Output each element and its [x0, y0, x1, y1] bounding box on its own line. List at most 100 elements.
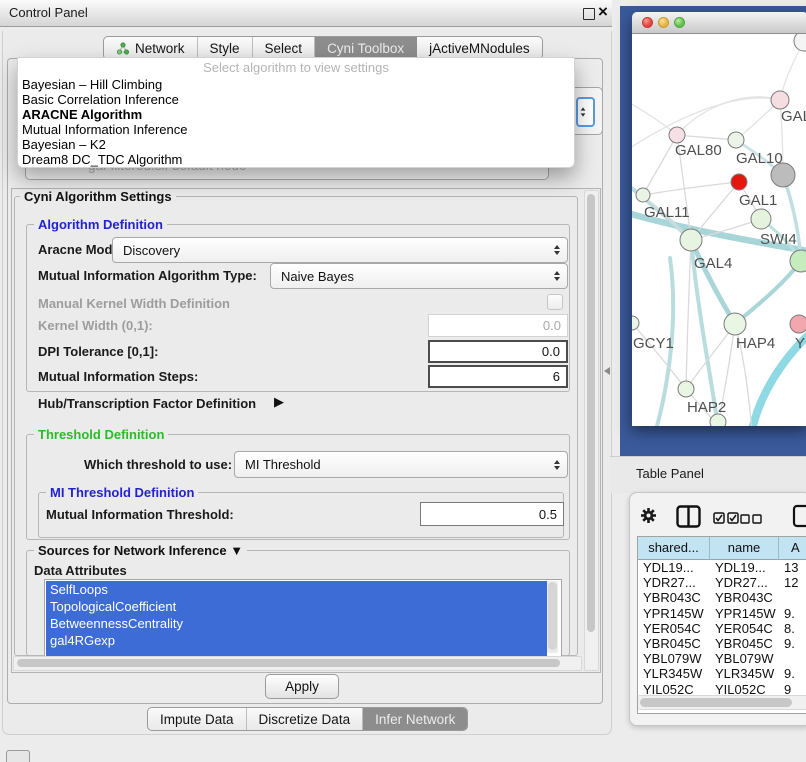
network-node[interactable] [771, 91, 789, 109]
network-window-titlebar[interactable] [632, 12, 806, 34]
tab-style[interactable]: Style [198, 37, 253, 59]
tab-discretize-data[interactable]: Discretize Data [247, 708, 364, 730]
network-node[interactable] [724, 313, 746, 335]
network-canvas[interactable]: GALGAL80GAL10GAL11GAL1SWI4GAL4GCY1HAP4YH… [632, 34, 806, 426]
network-node[interactable] [632, 316, 639, 330]
attribute-item-betweennesscentrality[interactable]: BetweennessCentrality [46, 615, 547, 632]
table-row[interactable]: YPR145WYPR145W9. [638, 606, 806, 621]
sources-collapse-icon[interactable]: ▼ [230, 543, 243, 558]
apply-button[interactable]: Apply [265, 674, 339, 699]
minimize-traffic-light[interactable] [658, 17, 669, 28]
mi-threshold-label: Mutual Information Threshold: [46, 507, 234, 522]
network-node[interactable] [678, 381, 694, 397]
network-edge[interactable] [632, 100, 677, 135]
network-edge[interactable] [735, 261, 801, 324]
mi-threshold-field[interactable]: 0.5 [420, 502, 564, 526]
network-edge[interactable] [643, 135, 677, 195]
mi-threshold-value: 0.5 [539, 507, 557, 522]
table-row[interactable]: YBL079WYBL079W [638, 651, 806, 666]
network-view-window: GALGAL80GAL10GAL11GAL1SWI4GAL4GCY1HAP4YH… [632, 12, 806, 425]
collapsed-panel-chip[interactable] [6, 750, 30, 762]
algorithm-option-bayesian-hill-climbing[interactable]: Bayesian – Hill Climbing [18, 77, 574, 92]
dpi-tolerance-field[interactable]: 0.0 [428, 340, 568, 363]
split-columns-icon[interactable] [676, 505, 701, 528]
table-row[interactable]: YLR345WYLR345W9. [638, 666, 806, 681]
algorithm-option-mutual-information-inference[interactable]: Mutual Information Inference [18, 122, 574, 137]
algorithm-dropdown-popup: Select algorithm to view settings Bayesi… [17, 57, 575, 168]
table-cell: 8. [779, 621, 806, 636]
table-cell: YBR043C [710, 590, 779, 605]
aracne-mode-combo[interactable]: Discovery [112, 237, 568, 263]
network-edge[interactable] [686, 240, 691, 389]
network-edge[interactable] [677, 135, 736, 140]
deselect-all-icon[interactable] [740, 514, 763, 524]
splitter-arrow-icon[interactable] [604, 367, 610, 375]
network-node[interactable] [751, 209, 771, 229]
float-window-icon[interactable] [583, 8, 595, 20]
table-cell [779, 651, 806, 666]
column-header-a[interactable]: A [779, 537, 806, 560]
mi-type-combo[interactable]: Naive Bayes [270, 263, 568, 289]
gear-icon[interactable] [640, 507, 657, 524]
manual-kernel-checkbox[interactable] [547, 294, 563, 310]
tab-cyni-toolbox[interactable]: Cyni Toolbox [315, 37, 417, 59]
attribute-item-topologicalcoefficient[interactable]: TopologicalCoefficient [46, 598, 547, 615]
select-all-checks-icon[interactable] [713, 512, 740, 524]
tab-select[interactable]: Select [253, 37, 316, 59]
network-edge[interactable] [632, 323, 686, 389]
attribute-item-gal4rgexp[interactable]: gal4RGexp [46, 632, 547, 649]
network-node[interactable] [728, 132, 744, 148]
network-node[interactable] [790, 315, 806, 333]
algorithm-option-bayesian-k2[interactable]: Bayesian – K2 [18, 137, 574, 152]
settings-hscrollbar[interactable] [13, 656, 582, 671]
network-node[interactable] [731, 174, 747, 190]
tab-infer-network[interactable]: Infer Network [363, 708, 467, 730]
table-row[interactable]: YER054CYER054C8. [638, 621, 806, 636]
mi-steps-field[interactable]: 6 [428, 365, 568, 388]
table-row[interactable]: YDL19...YDL19...13 [638, 560, 806, 575]
network-node[interactable] [680, 229, 702, 251]
table-cell: YBR043C [638, 590, 710, 605]
tab-label: Style [210, 41, 240, 56]
sources-group-title[interactable]: Sources for Network Inference ▼ [34, 543, 247, 558]
attribute-item-selfloops[interactable]: SelfLoops [46, 581, 547, 598]
close-icon[interactable]: × [598, 2, 608, 22]
tab-network[interactable]: Network [104, 37, 198, 59]
network-node[interactable] [794, 34, 806, 51]
network-node[interactable] [636, 188, 650, 202]
table-hscrollbar[interactable] [638, 695, 806, 710]
network-edge[interactable] [643, 182, 739, 195]
close-traffic-light[interactable] [642, 17, 653, 28]
tab-label: Discretize Data [259, 712, 351, 727]
table-cell: YBL079W [710, 651, 779, 666]
kernel-width-label: Kernel Width (0,1): [38, 318, 153, 333]
tab-jactivemnodules[interactable]: jActiveMNodules [417, 37, 542, 59]
settings-vscrollbar[interactable] [584, 190, 599, 671]
hub-section-label: Hub/Transcription Factor Definition [38, 396, 256, 411]
mi-type-value: Naive Bayes [281, 269, 354, 284]
focused-spinner-fragment[interactable] [576, 97, 595, 127]
table-row[interactable]: YBR045CYBR045C9. [638, 636, 806, 651]
tab-impute-data[interactable]: Impute Data [148, 708, 247, 730]
column-header-name[interactable]: name [710, 537, 779, 560]
mi-steps-label: Mutual Information Steps: [38, 369, 198, 384]
table-cell: YPR145W [710, 606, 779, 621]
zoom-traffic-light[interactable] [674, 17, 685, 28]
algorithm-option-dream8-dc-tdc-algorithm[interactable]: Dream8 DC_TDC Algorithm [18, 152, 574, 167]
table-row[interactable]: YBR043CYBR043C [638, 590, 806, 605]
combo-arrows-icon [554, 245, 560, 255]
attributes-scrollbar[interactable] [547, 581, 558, 653]
new-table-icon[interactable] [792, 503, 806, 529]
kernel-width-field[interactable]: 0.0 [428, 314, 568, 337]
node-label-gal1: GAL1 [739, 192, 777, 209]
network-node[interactable] [669, 127, 685, 143]
node-label-gal4: GAL4 [694, 255, 732, 272]
table-cell: 9. [779, 666, 806, 681]
algorithm-option-aracne-algorithm[interactable]: ARACNE Algorithm [18, 107, 574, 122]
node-label-y: Y [795, 335, 805, 352]
hub-expand-icon[interactable]: ▶ [274, 394, 284, 410]
column-header-shared-[interactable]: shared... [638, 537, 710, 560]
table-row[interactable]: YDR27...YDR27...12 [638, 575, 806, 590]
algorithm-option-basic-correlation-inference[interactable]: Basic Correlation Inference [18, 92, 574, 107]
which-threshold-combo[interactable]: MI Threshold [234, 451, 568, 478]
